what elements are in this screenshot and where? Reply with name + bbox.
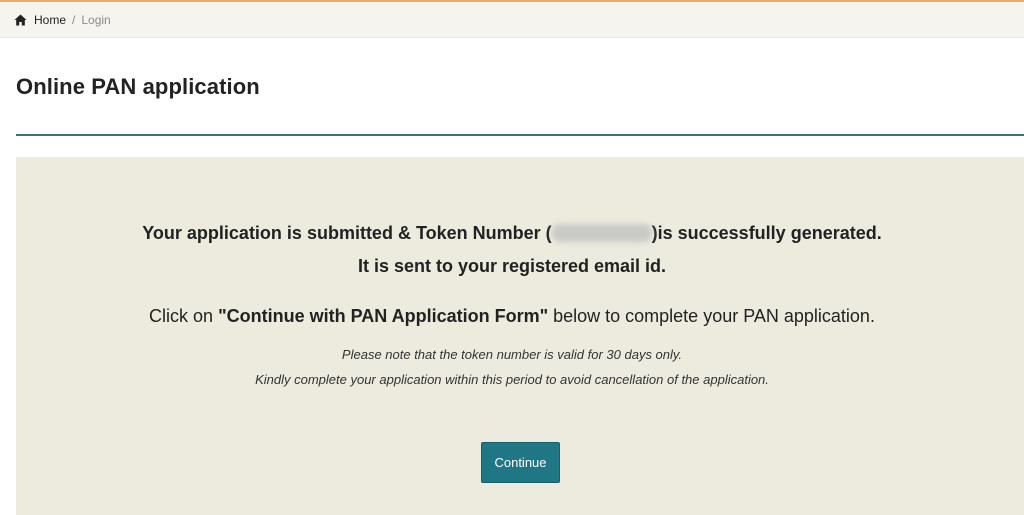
page-title: Online PAN application (16, 74, 260, 99)
breadcrumb-home-link[interactable]: Home (34, 13, 66, 27)
success-message-prefix: Your application is submitted & Token Nu… (142, 223, 552, 243)
success-message: Your application is submitted & Token Nu… (0, 223, 1024, 244)
instruction-bold: "Continue with PAN Application Form" (218, 306, 549, 326)
instruction-prefix: Click on (149, 306, 219, 326)
continue-button[interactable]: Continue (481, 442, 560, 483)
breadcrumb: Home / Login (0, 2, 1024, 38)
token-number-redacted (551, 224, 652, 242)
home-icon[interactable] (14, 14, 27, 26)
instruction-text: Click on "Continue with PAN Application … (0, 306, 1024, 327)
success-message-suffix: )is successfully generated. (651, 223, 882, 243)
title-divider (16, 134, 1024, 136)
instruction-suffix: below to complete your PAN application. (548, 306, 875, 326)
breadcrumb-separator: / (72, 12, 76, 27)
cancellation-note: Kindly complete your application within … (255, 372, 769, 387)
email-sent-message: It is sent to your registered email id. (357, 256, 667, 276)
validity-note: Please note that the token number is val… (341, 347, 683, 362)
breadcrumb-current: Login (81, 12, 111, 27)
